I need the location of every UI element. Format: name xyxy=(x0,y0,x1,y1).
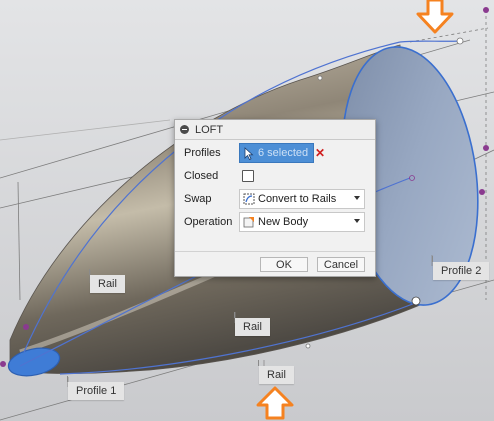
swap-value: Convert to Rails xyxy=(258,193,337,205)
profiles-label: Profiles xyxy=(184,147,221,159)
dialog-footer: OK Cancel xyxy=(175,251,375,276)
swap-dropdown[interactable]: Convert to Rails xyxy=(239,189,365,209)
operation-row: Operation New Body xyxy=(175,212,375,232)
profiles-row: Profiles 6 selected ✕ xyxy=(175,143,375,163)
dialog-title: LOFT xyxy=(195,123,224,136)
rail-tag: Rail xyxy=(234,312,270,336)
profile-1-tag: Profile 1 xyxy=(66,376,125,400)
profiles-selected-count: 6 selected xyxy=(258,147,309,159)
loft-dialog: LOFT Profiles 6 selected ✕ Closed Swap C… xyxy=(174,119,376,277)
closed-checkbox[interactable] xyxy=(242,170,254,182)
cursor-arrow-icon xyxy=(244,146,254,160)
operation-dropdown[interactable]: New Body xyxy=(239,212,365,232)
operation-label: Operation xyxy=(184,216,233,228)
new-body-icon xyxy=(243,217,254,228)
swap-row: Swap Convert to Rails xyxy=(175,189,375,209)
rail-tag: Rail xyxy=(89,269,125,293)
rail-tag: Rail xyxy=(258,360,294,384)
cancel-button[interactable]: Cancel xyxy=(317,257,365,272)
profile-2-tag: Profile 2 xyxy=(431,256,490,280)
convert-to-rails-icon xyxy=(243,193,255,205)
clear-selection-icon[interactable]: ✕ xyxy=(315,146,325,160)
collapse-icon[interactable] xyxy=(180,125,189,134)
chevron-down-icon xyxy=(354,219,360,223)
profiles-select-button[interactable]: 6 selected xyxy=(239,143,314,163)
operation-value: New Body xyxy=(258,216,309,228)
closed-row: Closed xyxy=(175,166,375,186)
ok-button[interactable]: OK xyxy=(260,257,308,272)
chevron-down-icon xyxy=(354,196,360,200)
swap-label: Swap xyxy=(184,193,212,205)
closed-label: Closed xyxy=(184,170,219,182)
dialog-header: LOFT xyxy=(175,120,375,140)
